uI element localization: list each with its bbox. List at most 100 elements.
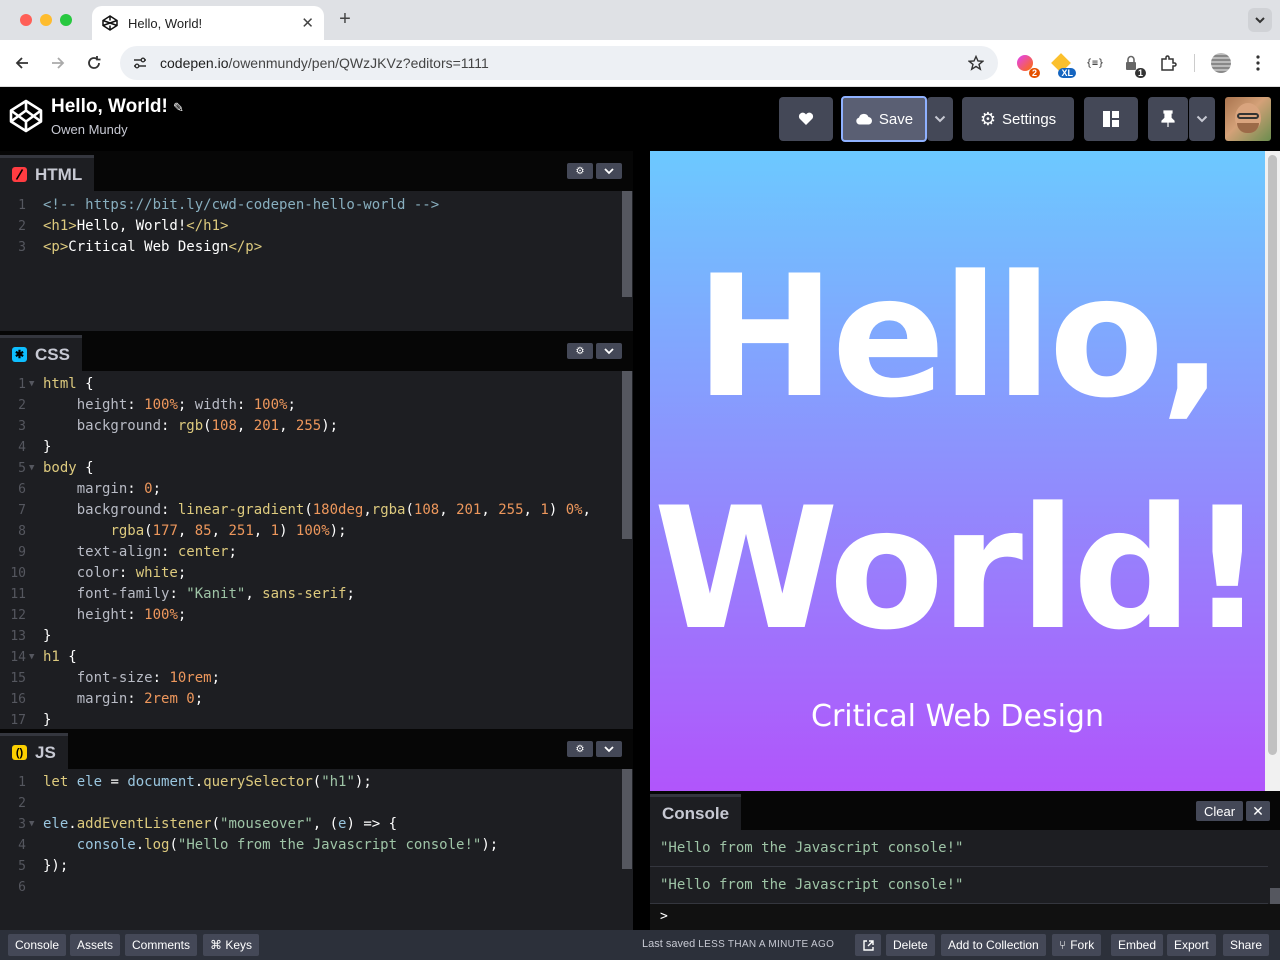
css-editor-tab[interactable]: ✱ CSS [0, 335, 82, 371]
editors-column: HTML ⚙ 1 <!-- https://bit.ly/cwd-codepen-… [0, 151, 633, 930]
css-code-line[interactable]: 14 ▼ h1 { [0, 647, 633, 668]
console-close-icon[interactable]: ✕ [1246, 801, 1270, 821]
css-code-line[interactable]: 4} [0, 437, 633, 458]
css-code-line[interactable]: 13} [0, 626, 633, 647]
js-code-line[interactable]: 4 console.log("Hello from the Javascript… [0, 835, 633, 856]
bookmark-star-icon[interactable] [968, 55, 984, 71]
footer-export-button[interactable]: Export [1167, 934, 1216, 956]
css-code-line[interactable]: 1 ▼ html { [0, 374, 633, 395]
forward-arrow-icon[interactable] [47, 52, 69, 74]
window-close-button[interactable] [20, 14, 32, 26]
preview-scrollbar-thumb[interactable] [1268, 155, 1277, 755]
html-editor-collapse-chevron-icon[interactable] [596, 163, 622, 179]
profile-avatar-icon[interactable] [1210, 52, 1232, 74]
address-bar[interactable]: codepen.io/owenmundy/pen/QWzJKVz?editors… [120, 46, 998, 80]
extensions-puzzle-icon[interactable] [1157, 52, 1179, 74]
js-code-line[interactable]: 1 let ele = document.querySelector("h1"); [0, 772, 633, 793]
css-editor-settings-gear-icon[interactable]: ⚙ [567, 343, 593, 359]
back-arrow-icon[interactable] [11, 52, 33, 74]
footer-embed-button[interactable]: Embed [1111, 934, 1164, 956]
css-code-line[interactable]: 12 height: 100%; [0, 605, 633, 626]
footer-share-button[interactable]: Share [1223, 934, 1270, 956]
fold-caret-icon[interactable]: ▼ [29, 458, 34, 479]
tab-close-icon[interactable]: ✕ [301, 14, 314, 32]
browser-menu-dots-icon[interactable] [1247, 52, 1269, 74]
css-code-line[interactable]: 16 margin: 2rem 0; [0, 689, 633, 710]
preview-frame[interactable]: Hello, World! Critical Web Design [650, 151, 1265, 791]
save-button[interactable]: Save [841, 96, 927, 142]
console-scrollbar[interactable] [1270, 888, 1280, 904]
extension-puzzle-color-icon[interactable]: 2 [1014, 52, 1040, 78]
code-token: { [76, 460, 94, 476]
love-button[interactable] [779, 97, 833, 141]
js-editor-settings-gear-icon[interactable]: ⚙ [567, 741, 593, 757]
tab-search-chevron-icon[interactable] [1248, 8, 1272, 32]
footer-console-button[interactable]: Console [8, 934, 67, 956]
css-code-line[interactable]: 5 ▼ body { [0, 458, 633, 479]
editor-preview-resizer[interactable] [633, 151, 650, 930]
html-code-area[interactable]: 1 <!-- https://bit.ly/cwd-codepen-hello-w… [0, 191, 633, 331]
css-code-line[interactable]: 7 background: linear-gradient(180deg,rgb… [0, 500, 633, 521]
reload-icon[interactable] [83, 52, 105, 74]
css-code-line[interactable]: 2 height: 100%; width: 100%; [0, 395, 633, 416]
extension-json-icon[interactable]: {≡} [1084, 52, 1106, 74]
html-code-line[interactable]: 2 <h1>Hello, World!</h1> [0, 216, 633, 237]
change-view-button[interactable] [1084, 97, 1138, 141]
code-token: ; [228, 544, 237, 560]
save-options-button[interactable] [927, 97, 953, 141]
pen-author[interactable]: Owen Mundy [51, 122, 128, 137]
js-editor-collapse-chevron-icon[interactable] [596, 741, 622, 757]
css-code-line[interactable]: 10 color: white; [0, 563, 633, 584]
js-code-line[interactable]: 6 [0, 877, 633, 898]
settings-button[interactable]: ⚙ Settings [962, 97, 1074, 141]
codepen-logo-icon[interactable] [8, 98, 44, 134]
fold-caret-icon[interactable]: ▼ [29, 647, 34, 668]
fold-caret-icon[interactable]: ▼ [29, 374, 34, 395]
console-clear-button[interactable]: Clear [1196, 801, 1244, 821]
footer-fork-button[interactable]: ⑂ Fork [1052, 934, 1102, 956]
pen-title[interactable]: Hello, World! [51, 96, 168, 118]
html-code-line[interactable]: 1 <!-- https://bit.ly/cwd-codepen-hello-w… [0, 195, 633, 216]
footer-assets-button[interactable]: Assets [70, 934, 121, 956]
footer-keys-button[interactable]: ⌘ Keys [203, 934, 260, 956]
pin-button[interactable] [1148, 97, 1188, 141]
css-code-line[interactable]: 3 background: rgb(108, 201, 255); [0, 416, 633, 437]
window-minimize-button[interactable] [40, 14, 52, 26]
extension-xl-icon[interactable]: XL [1050, 52, 1076, 78]
pin-options-button[interactable] [1189, 97, 1215, 141]
html-code-line[interactable]: 3 <p>Critical Web Design</p> [0, 237, 633, 258]
css-code-line[interactable]: 9 text-align: center; [0, 542, 633, 563]
line-number: 7 [18, 503, 26, 518]
css-code-line[interactable]: 17} [0, 710, 633, 729]
extension-lock-icon[interactable]: 1 [1120, 52, 1146, 78]
css-code-line[interactable]: 8 rgba(177, 85, 251, 1) 100%); [0, 521, 633, 542]
js-code-line[interactable]: 3 ▼ ele.addEventListener("mouseover", (e) … [0, 814, 633, 835]
css-editor-collapse-chevron-icon[interactable] [596, 343, 622, 359]
html-editor-settings-gear-icon[interactable]: ⚙ [567, 163, 593, 179]
fold-caret-icon[interactable]: ▼ [29, 814, 34, 835]
css-code-line[interactable]: 6 margin: 0; [0, 479, 633, 500]
css-code-line[interactable]: 15 font-size: 10rem; [0, 668, 633, 689]
footer-delete-button[interactable]: Delete [886, 934, 935, 956]
html-editor-tab[interactable]: HTML [0, 155, 95, 191]
preview-scrollbar[interactable] [1265, 151, 1280, 791]
edit-title-pencil-icon[interactable]: ✎ [173, 100, 184, 116]
js-editor-tab[interactable]: () JS [0, 733, 68, 769]
gear-icon: ⚙ [979, 108, 996, 129]
js-code-area[interactable]: 1 let ele = document.querySelector("h1");… [0, 769, 633, 930]
code-token: body [43, 460, 77, 476]
new-tab-button[interactable]: + [334, 8, 356, 31]
js-code-line[interactable]: 2 [0, 793, 633, 814]
css-code-line[interactable]: 11 font-family: "Kanit", sans-serif; [0, 584, 633, 605]
footer-comments-button[interactable]: Comments [125, 934, 198, 956]
open-external-icon[interactable] [855, 934, 881, 956]
console-tab[interactable]: Console [650, 794, 742, 830]
css-code-area[interactable]: 1 ▼ html {2 height: 100%; width: 100%; 3 ba… [0, 371, 633, 729]
js-code-line[interactable]: 5}); [0, 856, 633, 877]
footer-add-to-collection-button[interactable]: Add to Collection [941, 934, 1046, 956]
window-zoom-button[interactable] [60, 14, 72, 26]
browser-tab-active[interactable]: Hello, World! ✕ [92, 6, 324, 40]
site-settings-icon[interactable] [132, 55, 148, 71]
user-avatar[interactable] [1225, 97, 1271, 141]
console-input[interactable]: > [650, 904, 1280, 930]
